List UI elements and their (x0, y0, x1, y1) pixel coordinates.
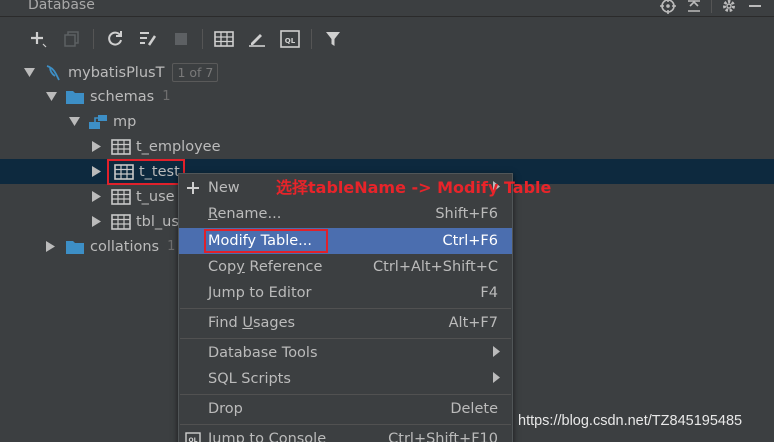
table-icon (113, 163, 135, 181)
collapsed-arrow-icon[interactable] (88, 141, 106, 152)
menu-item-shortcut: Delete (450, 401, 498, 417)
menu-item-label: Modify Table... (204, 229, 328, 253)
header-divider (711, 0, 712, 13)
menu-item-jump-to-editor[interactable]: Jump to Editor F4 (179, 280, 512, 306)
expanded-arrow-icon[interactable] (42, 91, 60, 102)
table-label: t_use (136, 188, 175, 205)
menu-item-label: SQL Scripts (208, 371, 291, 387)
collapsed-arrow-icon[interactable] (88, 216, 106, 227)
tool-window-header: Database (0, 0, 774, 17)
schema-count-badge[interactable]: 1 of 7 (172, 63, 219, 82)
menu-item-shortcut: Shift+F6 (435, 206, 498, 222)
hide-icon[interactable] (742, 0, 768, 16)
collapsed-arrow-icon[interactable] (42, 241, 60, 252)
svg-text:QL: QL (189, 437, 198, 442)
menu-item-copy-reference[interactable]: Copy Reference Ctrl+Alt+Shift+C (179, 254, 512, 280)
tree-node-table[interactable]: t_employee (0, 134, 774, 159)
collapse-all-icon[interactable] (681, 0, 707, 16)
schema-mp-label: mp (113, 113, 137, 130)
console-icon[interactable]: QL (277, 26, 303, 52)
table-label: t_employee (136, 138, 221, 155)
menu-item-label: Database Tools (208, 345, 318, 361)
menu-item-jump-to-console[interactable]: QL Jump to Console Ctrl+Shift+F10 (179, 426, 512, 442)
toolbar-divider (93, 29, 94, 49)
schema-icon (87, 113, 109, 131)
schemas-count: 1 (162, 89, 171, 104)
filter-icon[interactable] (320, 26, 346, 52)
menu-item-shortcut: Alt+F7 (448, 315, 498, 331)
menu-item-label: Jump to Console (208, 431, 327, 442)
menu-item-shortcut: Ctrl+F6 (442, 233, 498, 249)
console-icon: QL (184, 432, 202, 442)
table-icon (110, 213, 132, 231)
menu-separator (180, 394, 511, 395)
folder-icon (64, 88, 86, 106)
header-actions (655, 0, 768, 16)
tool-window-title: Database (28, 0, 95, 13)
datasource-label: mybatisPlusT (68, 64, 165, 81)
schemas-label: schemas (90, 88, 155, 105)
menu-separator (180, 308, 511, 309)
submenu-arrow-icon (493, 371, 500, 387)
menu-item-label: Copy Reference (208, 259, 323, 275)
mysql-dolphin-icon (42, 64, 64, 82)
submenu-arrow-icon (493, 345, 500, 361)
duplicate-icon[interactable] (59, 26, 85, 52)
menu-item-rename[interactable]: Rename... Shift+F6 (179, 201, 512, 227)
tree-node-datasource[interactable]: mybatisPlusT 1 of 7 (0, 60, 774, 85)
collations-label: collations (90, 238, 160, 255)
menu-separator (180, 424, 511, 425)
menu-item-modify-table[interactable]: Modify Table... Ctrl+F6 (179, 228, 512, 254)
expanded-arrow-icon[interactable] (20, 67, 38, 78)
tree-node-schemas[interactable]: schemas 1 (0, 84, 774, 109)
crosshair-icon[interactable] (655, 0, 681, 16)
menu-item-label: Drop (208, 401, 243, 417)
tree-node-schema-mp[interactable]: mp (0, 109, 774, 134)
edit-icon[interactable] (244, 26, 270, 52)
folder-icon (64, 238, 86, 256)
table-label: t_test (139, 163, 180, 180)
collapsed-arrow-icon[interactable] (88, 191, 106, 202)
menu-item-find-usages[interactable]: Find Usages Alt+F7 (179, 310, 512, 336)
collapsed-arrow-icon[interactable] (88, 166, 106, 177)
collations-count: 1 (167, 239, 176, 254)
svg-text:QL: QL (285, 37, 296, 45)
table-icon (110, 188, 132, 206)
add-icon[interactable] (26, 26, 52, 52)
table-label: tbl_us (136, 213, 179, 230)
menu-item-label: Find Usages (208, 315, 296, 331)
menu-separator (180, 338, 511, 339)
menu-item-label: Jump to Editor (208, 285, 312, 301)
stop-icon[interactable] (168, 26, 194, 52)
plus-icon (184, 181, 202, 195)
menu-item-database-tools[interactable]: Database Tools (179, 340, 512, 366)
menu-item-shortcut: Ctrl+Shift+F10 (388, 431, 498, 442)
properties-icon[interactable] (135, 26, 161, 52)
context-menu: New Rename... Shift+F6 Modify Table... C… (178, 173, 513, 442)
table-icon (110, 138, 132, 156)
watermark-url: https://blog.csdn.net/TZ845195485 (518, 413, 743, 429)
database-toolbar: QL (0, 18, 774, 60)
refresh-icon[interactable] (102, 26, 128, 52)
tutorial-annotation: 选择tableName -> Modify Table (276, 178, 552, 197)
gear-icon[interactable] (716, 0, 742, 16)
menu-item-shortcut: Ctrl+Alt+Shift+C (373, 259, 498, 275)
highlight-box: t_test (107, 158, 185, 185)
toolbar-divider (202, 29, 203, 49)
menu-item-label: Rename... (208, 206, 282, 222)
menu-item-shortcut: F4 (480, 285, 498, 301)
toolbar-divider (311, 29, 312, 49)
table-view-icon[interactable] (211, 26, 237, 52)
menu-item-label: New (208, 180, 240, 196)
expanded-arrow-icon[interactable] (65, 116, 83, 127)
menu-item-drop[interactable]: Drop Delete (179, 396, 512, 422)
menu-item-sql-scripts[interactable]: SQL Scripts (179, 366, 512, 392)
